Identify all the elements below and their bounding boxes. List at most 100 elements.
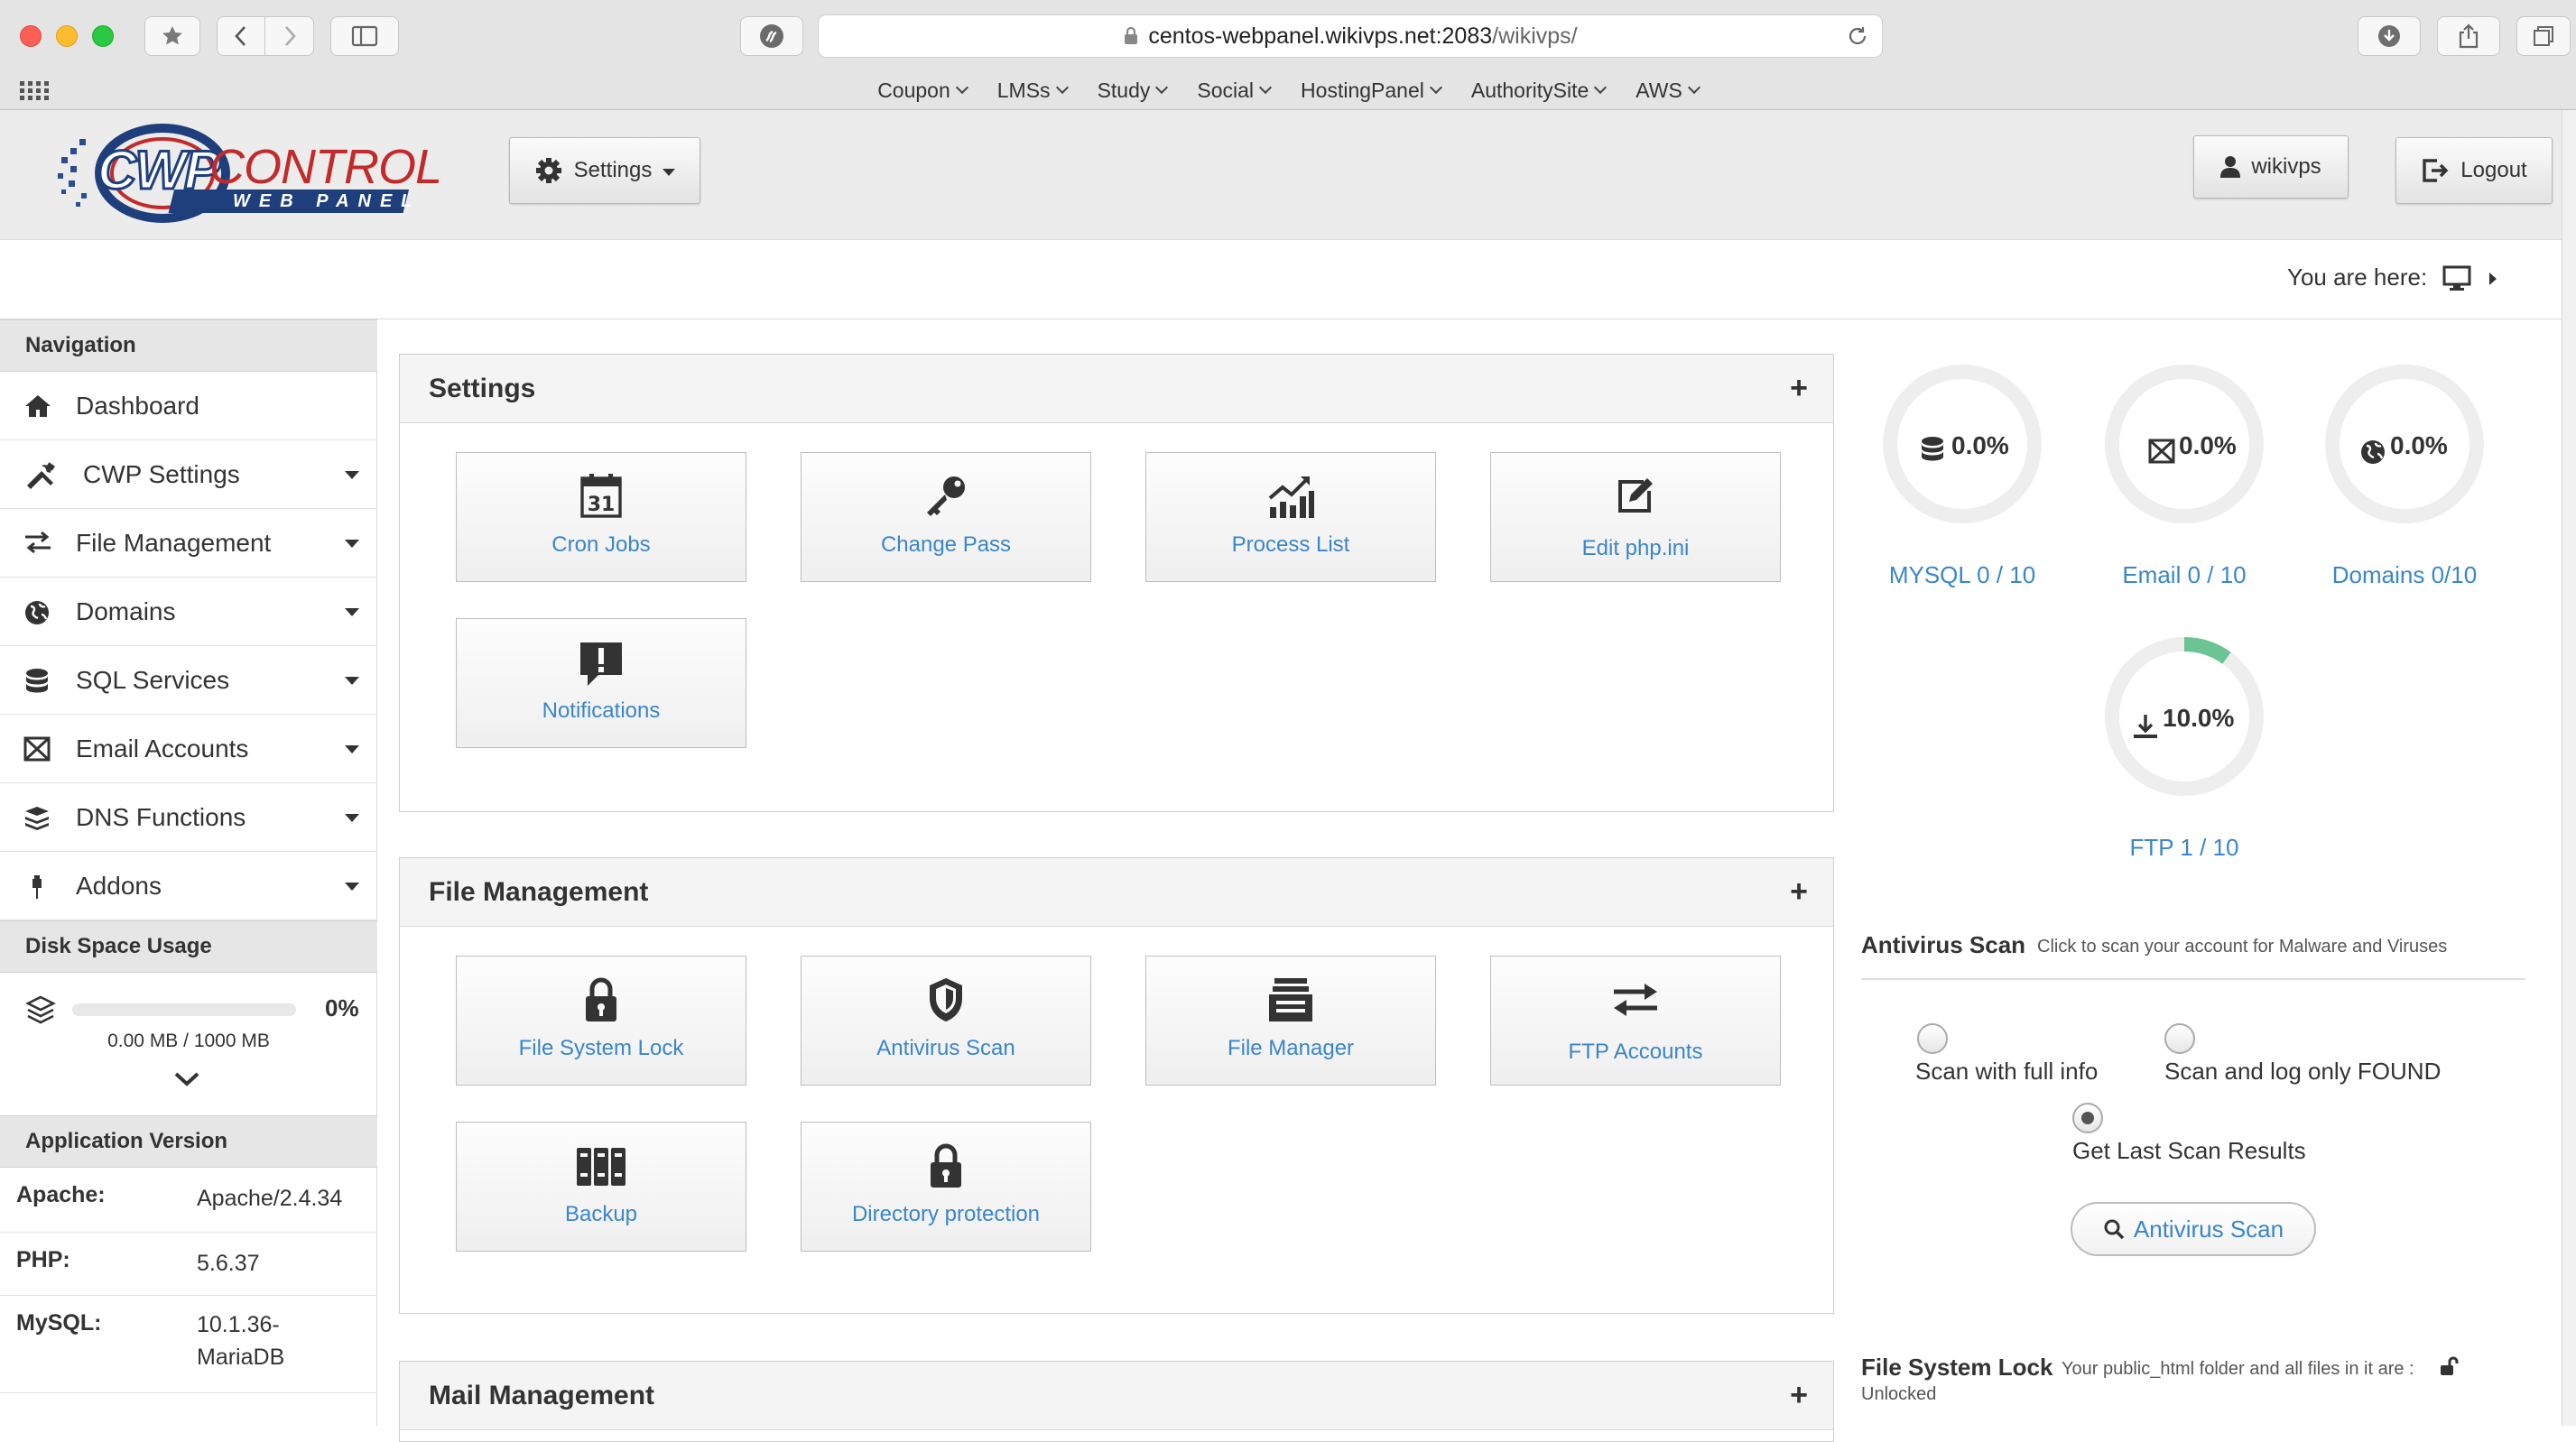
caret-down-icon	[345, 471, 359, 479]
bar-chart-icon	[1268, 476, 1314, 518]
version-row-php: PHP: 5.6.37	[0, 1233, 377, 1296]
version-key: Apache:	[16, 1182, 106, 1207]
user-icon	[2220, 156, 2241, 178]
sidebar-item-cwp-settings[interactable]: CWP Settings	[0, 440, 377, 509]
chevron-right-icon	[284, 26, 296, 46]
extension-icon	[760, 24, 783, 48]
tile-file-system-lock[interactable]: File System Lock	[456, 956, 746, 1086]
logout-button[interactable]: Logout	[2395, 137, 2553, 204]
antivirus-scan-button-label: Antivirus Scan	[2133, 1215, 2284, 1243]
tile-process-list[interactable]: Process List	[1145, 452, 1436, 582]
chevron-down-icon	[1687, 80, 1700, 95]
sidebar-item-sql-services[interactable]: SQL Services	[0, 646, 377, 715]
tile-label: Cron Jobs	[551, 532, 651, 557]
inbox-icon	[1269, 978, 1312, 1021]
svg-text:31: 31	[588, 494, 616, 516]
tile-edit-php-ini[interactable]: Edit php.ini	[1490, 452, 1781, 582]
tile-ftp-accounts[interactable]: FTP Accounts	[1490, 956, 1781, 1086]
sidebar-item-email-accounts[interactable]: Email Accounts	[0, 715, 377, 783]
chevron-down-icon	[1594, 80, 1608, 95]
sidebar-toggle-button[interactable]	[330, 16, 399, 56]
database-icon	[26, 669, 48, 693]
favorite-study[interactable]: Study	[1097, 78, 1169, 103]
stat-email: 0.0% Email 0 / 10	[2101, 361, 2267, 596]
radio-scan-full-info[interactable]	[1917, 1023, 1948, 1054]
version-value: Apache/2.4.34	[197, 1186, 343, 1211]
user-button[interactable]: wikivps	[2193, 135, 2349, 199]
sidebar-item-addons[interactable]: Addons	[0, 852, 377, 920]
chevron-down-icon	[955, 80, 968, 95]
stat-label[interactable]: MYSQL 0 / 10	[1843, 561, 2081, 589]
tile-antivirus-scan[interactable]: Antivirus Scan	[801, 956, 1091, 1086]
reload-icon[interactable]	[1846, 24, 1869, 48]
share-button[interactable]	[2437, 16, 2500, 56]
radio-label: Get Last Scan Results	[2072, 1137, 2306, 1164]
tabs-button[interactable]	[2516, 16, 2571, 56]
tile-backup[interactable]: Backup	[456, 1122, 746, 1252]
sidebar-item-file-management[interactable]: File Management	[0, 509, 377, 578]
sidebar-item-dns-functions[interactable]: DNS Functions	[0, 783, 377, 852]
caret-down-icon	[345, 677, 359, 685]
radio-scan-log-found[interactable]	[2164, 1023, 2195, 1054]
radio-selected-dot	[2081, 1112, 2094, 1124]
favorite-authoritysite[interactable]: AuthoritySite	[1471, 79, 1608, 103]
version-row-mysql: MySQL: 10.1.36- MariaDB	[0, 1296, 377, 1393]
expand-plus-icon[interactable]: +	[1790, 876, 1808, 907]
sidebar-item-dashboard[interactable]: Dashboard	[0, 372, 377, 440]
chevron-down-icon[interactable]	[173, 1070, 200, 1088]
tile-label: Change Pass	[880, 532, 1012, 557]
favorite-label: Study	[1097, 78, 1151, 102]
favorite-lmss[interactable]: LMSs	[997, 79, 1069, 103]
download-icon	[2378, 25, 2400, 47]
shield-icon	[930, 978, 962, 1021]
stat-label[interactable]: Email 0 / 10	[2065, 561, 2303, 589]
radio-label: Scan and log only FOUND	[2164, 1058, 2442, 1085]
sidebar-item-domains[interactable]: Domains	[0, 578, 377, 646]
tile-notifications[interactable]: Notifications	[456, 618, 746, 748]
favorite-coupon[interactable]: Coupon	[877, 79, 968, 103]
caret-down-icon	[345, 883, 359, 891]
stat-value: 0.0%	[2390, 431, 2448, 459]
stat-ftp: 10.0% FTP 1 / 10	[2101, 633, 2267, 868]
antivirus-scan-button[interactable]: Antivirus Scan	[2071, 1202, 2316, 1256]
tile-label: Directory protection	[851, 1202, 1041, 1226]
fs-lock-section: File System Lock Your public_html folder…	[1861, 1354, 2525, 1426]
tile-file-manager[interactable]: File Manager	[1145, 956, 1436, 1086]
favorite-hostingpanel[interactable]: HostingPanel	[1301, 79, 1442, 103]
tile-change-pass[interactable]: Change Pass	[801, 452, 1091, 582]
extension-button[interactable]	[740, 16, 803, 56]
transfer-icon	[25, 531, 51, 554]
scrollbar[interactable]	[2562, 110, 2576, 1426]
minimize-window-button[interactable]	[56, 25, 78, 47]
favorite-aws[interactable]: AWS	[1635, 79, 1700, 103]
settings-dropdown-button[interactable]: Settings	[509, 137, 700, 204]
chevron-down-icon	[1429, 80, 1442, 95]
zoom-window-button[interactable]	[92, 25, 114, 47]
downloads-button[interactable]	[2358, 16, 2421, 56]
version-value: 10.1.36- MariaDB	[197, 1312, 285, 1370]
close-window-button[interactable]	[20, 25, 42, 47]
caret-down-icon	[345, 814, 359, 822]
antivirus-section-header: Antivirus Scan Click to scan your accoun…	[1861, 929, 2525, 980]
favorite-social[interactable]: Social	[1197, 79, 1273, 103]
settings-panel: Settings + 31 Cron Jobs Change Pass Proce…	[399, 354, 1834, 812]
caret-right-icon	[2489, 273, 2497, 285]
user-label: wikivps	[2251, 154, 2321, 179]
stat-label[interactable]: FTP 1 / 10	[2065, 834, 2303, 862]
disk-usage-heading: Disk Space Usage	[0, 920, 377, 973]
lock-icon	[931, 1143, 961, 1188]
expand-plus-icon[interactable]: +	[1790, 373, 1808, 403]
tile-cron-jobs[interactable]: 31 Cron Jobs	[456, 452, 746, 582]
bookmarks-button[interactable]	[144, 16, 200, 56]
back-button[interactable]	[217, 16, 265, 56]
exchange-icon	[1614, 984, 1657, 1016]
stat-label[interactable]: Domains 0/10	[2285, 561, 2524, 589]
sidebar-item-label: File Management	[76, 528, 272, 557]
address-bar[interactable]: centos-webpanel.wikivps.net:2083/wikivps…	[818, 14, 1883, 58]
version-row-apache: Apache: Apache/2.4.34	[0, 1168, 377, 1233]
tile-directory-protection[interactable]: Directory protection	[801, 1122, 1091, 1252]
expand-plus-icon[interactable]: +	[1790, 1380, 1808, 1410]
desktop-icon[interactable]	[2442, 265, 2471, 292]
radio-last-scan-results[interactable]	[2072, 1103, 2103, 1133]
forward-button[interactable]	[265, 16, 314, 56]
